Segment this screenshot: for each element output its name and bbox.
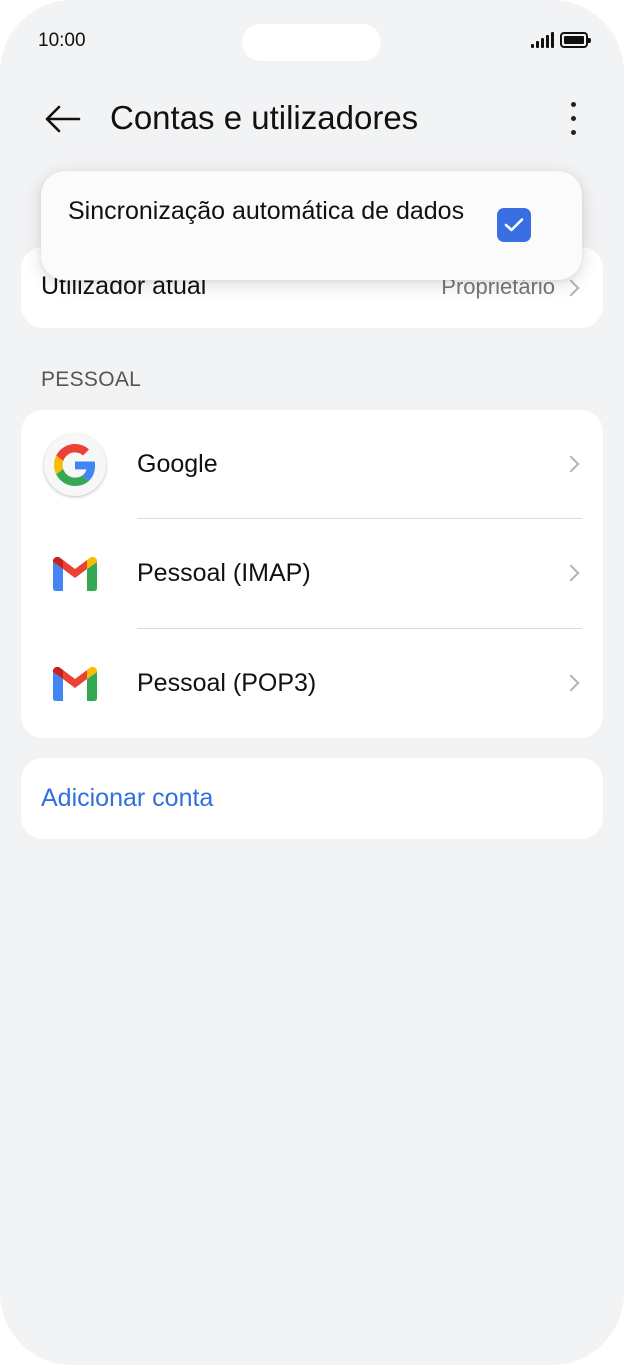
status-icons — [531, 32, 591, 48]
add-account-label: Adicionar conta — [41, 784, 214, 812]
page-title: Contas e utilizadores — [110, 99, 419, 136]
camera-cutout — [242, 24, 381, 61]
account-row-pop3[interactable]: Pessoal (POP3) — [21, 629, 603, 738]
account-row-imap[interactable]: Pessoal (IMAP) — [21, 519, 603, 628]
gmail-icon — [43, 652, 106, 715]
section-header-personal: PESSOAL — [41, 368, 142, 391]
more-options-button[interactable] — [556, 96, 590, 140]
account-label: Google — [137, 450, 218, 478]
dot — [570, 101, 576, 107]
signal-icon — [531, 32, 554, 48]
dot — [570, 129, 576, 135]
account-label: Pessoal (IMAP) — [137, 559, 311, 587]
status-time: 10:00 — [38, 30, 86, 51]
options-popup-menu: Sincronização automática de dados — [41, 171, 582, 280]
accounts-list: Google Pessoal (IMAP) Pessoal (POP3) — [21, 410, 603, 738]
gmail-icon — [43, 542, 106, 605]
account-row-google[interactable]: Google — [21, 410, 603, 519]
arrow-left-icon — [45, 105, 81, 133]
dot — [570, 115, 576, 121]
auto-sync-checkbox[interactable] — [497, 208, 531, 242]
chevron-right-icon — [562, 455, 580, 473]
auto-sync-label: Sincronização automática de dados — [68, 197, 465, 225]
chevron-right-icon — [562, 674, 580, 692]
chevron-right-icon — [562, 279, 580, 297]
account-label: Pessoal (POP3) — [137, 669, 317, 697]
google-icon — [43, 433, 106, 496]
back-button[interactable] — [40, 97, 84, 141]
add-account-button[interactable]: Adicionar conta — [21, 758, 603, 839]
chevron-right-icon — [562, 564, 580, 582]
battery-icon — [560, 32, 591, 48]
checkmark-icon — [504, 218, 524, 232]
phone-screen: 10:00 Contas e utilizadores Utilizador a… — [0, 0, 624, 1365]
